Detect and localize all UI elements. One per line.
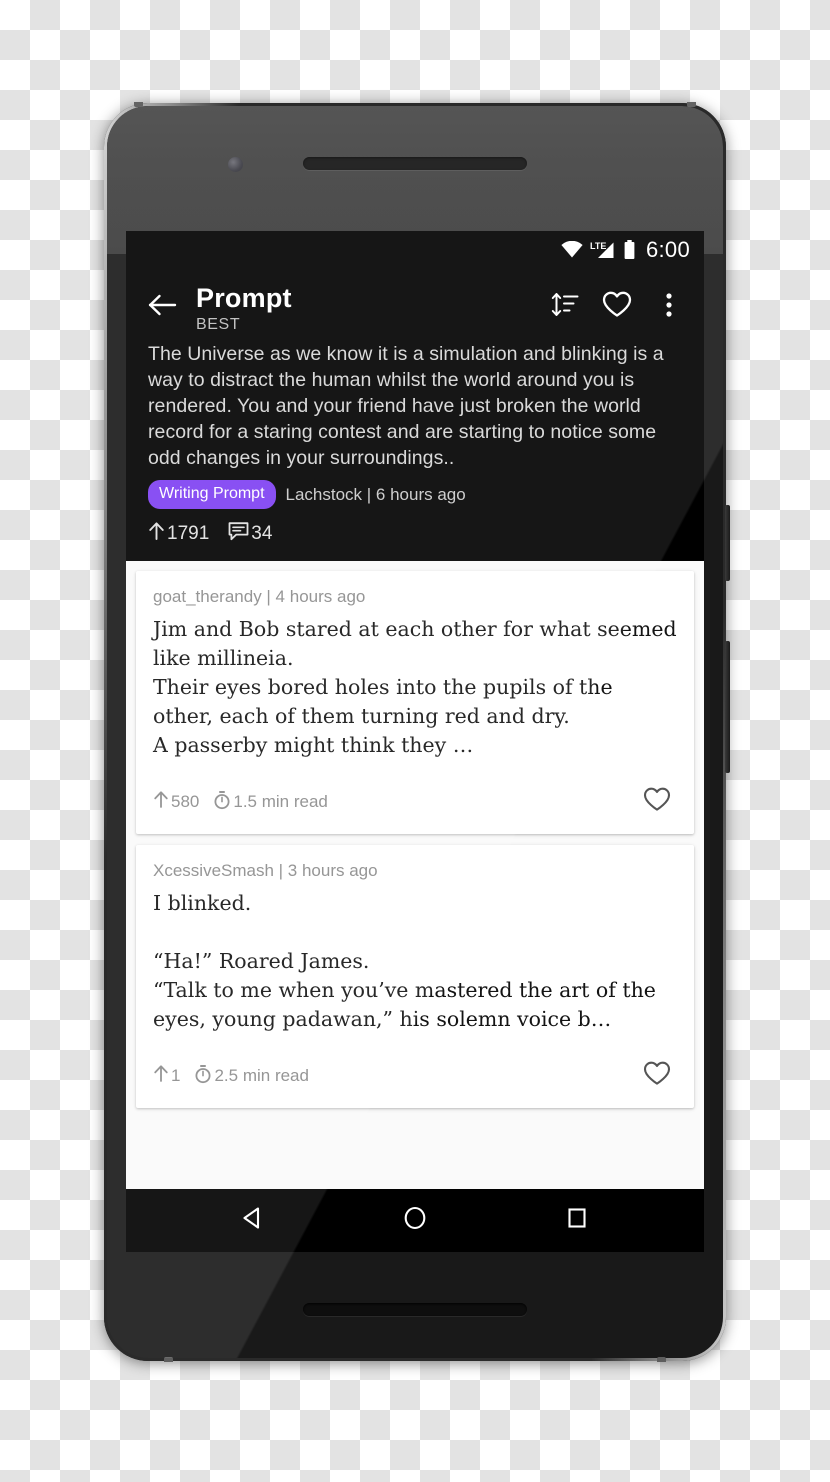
flair-badge[interactable]: Writing Prompt bbox=[148, 480, 276, 509]
comment-upvote-count[interactable]: 1 bbox=[153, 1064, 180, 1088]
back-triangle-icon bbox=[238, 1203, 268, 1238]
phone-screen: LTE 6:00 Prompt BEST The Universe as we … bbox=[126, 231, 704, 1252]
prompt-byline: Lachstock | 6 hours ago bbox=[285, 484, 466, 504]
svg-text:LTE: LTE bbox=[590, 241, 606, 251]
nav-back-button[interactable] bbox=[225, 1193, 281, 1249]
nav-recents-button[interactable] bbox=[549, 1193, 605, 1249]
recents-square-icon bbox=[562, 1203, 592, 1238]
list-item[interactable]: XcessiveSmash | 3 hours ago I blinked. “… bbox=[136, 845, 694, 1108]
sort-icon bbox=[551, 292, 579, 323]
comment-list: goat_therandy | 4 hours ago Jim and Bob … bbox=[126, 561, 704, 1108]
lte-signal-icon: LTE bbox=[590, 241, 616, 259]
comment-upvote-value: 580 bbox=[171, 792, 200, 811]
comment-bubble-icon bbox=[228, 521, 249, 547]
volume-button[interactable] bbox=[725, 641, 730, 773]
overflow-menu-icon bbox=[665, 292, 673, 323]
nav-home-button[interactable] bbox=[387, 1193, 443, 1249]
upvote-arrow-icon bbox=[153, 790, 169, 814]
comment-byline: goat_therandy | 4 hours ago bbox=[153, 587, 366, 606]
comment-footer: 1 2.5 min read bbox=[153, 1056, 677, 1096]
battery-icon bbox=[623, 239, 636, 260]
antenna-band-bottom-right bbox=[657, 1357, 666, 1362]
status-bar: LTE 6:00 bbox=[126, 231, 704, 268]
comment-upvote-value: 1 bbox=[171, 1066, 181, 1085]
prompt-upvote-count[interactable]: 1791 bbox=[148, 521, 209, 547]
comment-upvote-count[interactable]: 580 bbox=[153, 790, 199, 814]
phone-front: LTE 6:00 Prompt BEST The Universe as we … bbox=[107, 106, 723, 1358]
phone-device: LTE 6:00 Prompt BEST The Universe as we … bbox=[104, 102, 730, 1362]
sort-button[interactable] bbox=[544, 286, 586, 328]
prompt-comment-value: 34 bbox=[251, 523, 273, 544]
overflow-menu-button[interactable] bbox=[648, 286, 690, 328]
favorite-icon bbox=[643, 1061, 671, 1091]
comment-footer: 580 1.5 min read bbox=[153, 782, 677, 822]
antenna-band-top-left bbox=[134, 102, 143, 107]
comment-favorite-button[interactable] bbox=[637, 1056, 677, 1096]
app-bar: Prompt BEST bbox=[126, 268, 704, 341]
antenna-band-top-right bbox=[687, 102, 696, 107]
prompt-text: The Universe as we know it is a simulati… bbox=[148, 343, 664, 469]
home-circle-icon bbox=[400, 1203, 430, 1238]
back-button[interactable] bbox=[140, 284, 186, 330]
status-bar-clock: 6:00 bbox=[645, 236, 690, 262]
favorite-icon bbox=[643, 787, 671, 817]
android-nav-bar bbox=[126, 1189, 704, 1252]
stopwatch-icon bbox=[213, 790, 231, 815]
comment-read-time: 2.5 min read bbox=[194, 1064, 309, 1089]
comment-read-time-value: 2.5 min read bbox=[214, 1066, 309, 1085]
antenna-band-bottom-left bbox=[164, 1357, 173, 1362]
favorite-button[interactable] bbox=[596, 286, 638, 328]
power-button[interactable] bbox=[725, 505, 730, 581]
comment-body: I blinked. “Ha!” Roared James. “Talk to … bbox=[153, 891, 656, 1031]
comment-read-time-value: 1.5 min read bbox=[233, 792, 328, 811]
earpiece-speaker bbox=[303, 157, 527, 170]
back-arrow-icon bbox=[148, 292, 178, 323]
prompt-comment-count[interactable]: 34 bbox=[228, 521, 272, 547]
prompt-section[interactable]: The Universe as we know it is a simulati… bbox=[126, 341, 704, 561]
prompt-upvote-value: 1791 bbox=[167, 523, 210, 544]
comment-stats: 580 1.5 min read bbox=[153, 790, 328, 815]
bottom-speaker bbox=[303, 1303, 527, 1316]
comment-favorite-button[interactable] bbox=[637, 782, 677, 822]
app-bar-titles: Prompt BEST bbox=[196, 282, 544, 335]
front-camera-icon bbox=[228, 157, 243, 172]
page-title: Prompt bbox=[196, 283, 292, 313]
favorite-icon bbox=[602, 291, 632, 323]
page-subtitle: BEST bbox=[196, 316, 241, 333]
upvote-arrow-icon bbox=[148, 521, 165, 547]
upvote-arrow-icon bbox=[153, 1064, 169, 1088]
comment-byline: XcessiveSmash | 3 hours ago bbox=[153, 861, 378, 880]
comment-body: Jim and Bob stared at each other for wha… bbox=[153, 617, 677, 757]
wifi-icon bbox=[561, 241, 583, 258]
comment-read-time: 1.5 min read bbox=[213, 790, 328, 815]
prompt-meta-row: Writing Prompt Lachstock | 6 hours ago bbox=[148, 480, 686, 509]
prompt-counts-row: 1791 34 bbox=[148, 521, 686, 547]
list-item[interactable]: goat_therandy | 4 hours ago Jim and Bob … bbox=[136, 571, 694, 834]
app-bar-actions bbox=[544, 286, 690, 328]
stopwatch-icon bbox=[194, 1064, 212, 1089]
comment-stats: 1 2.5 min read bbox=[153, 1064, 309, 1089]
